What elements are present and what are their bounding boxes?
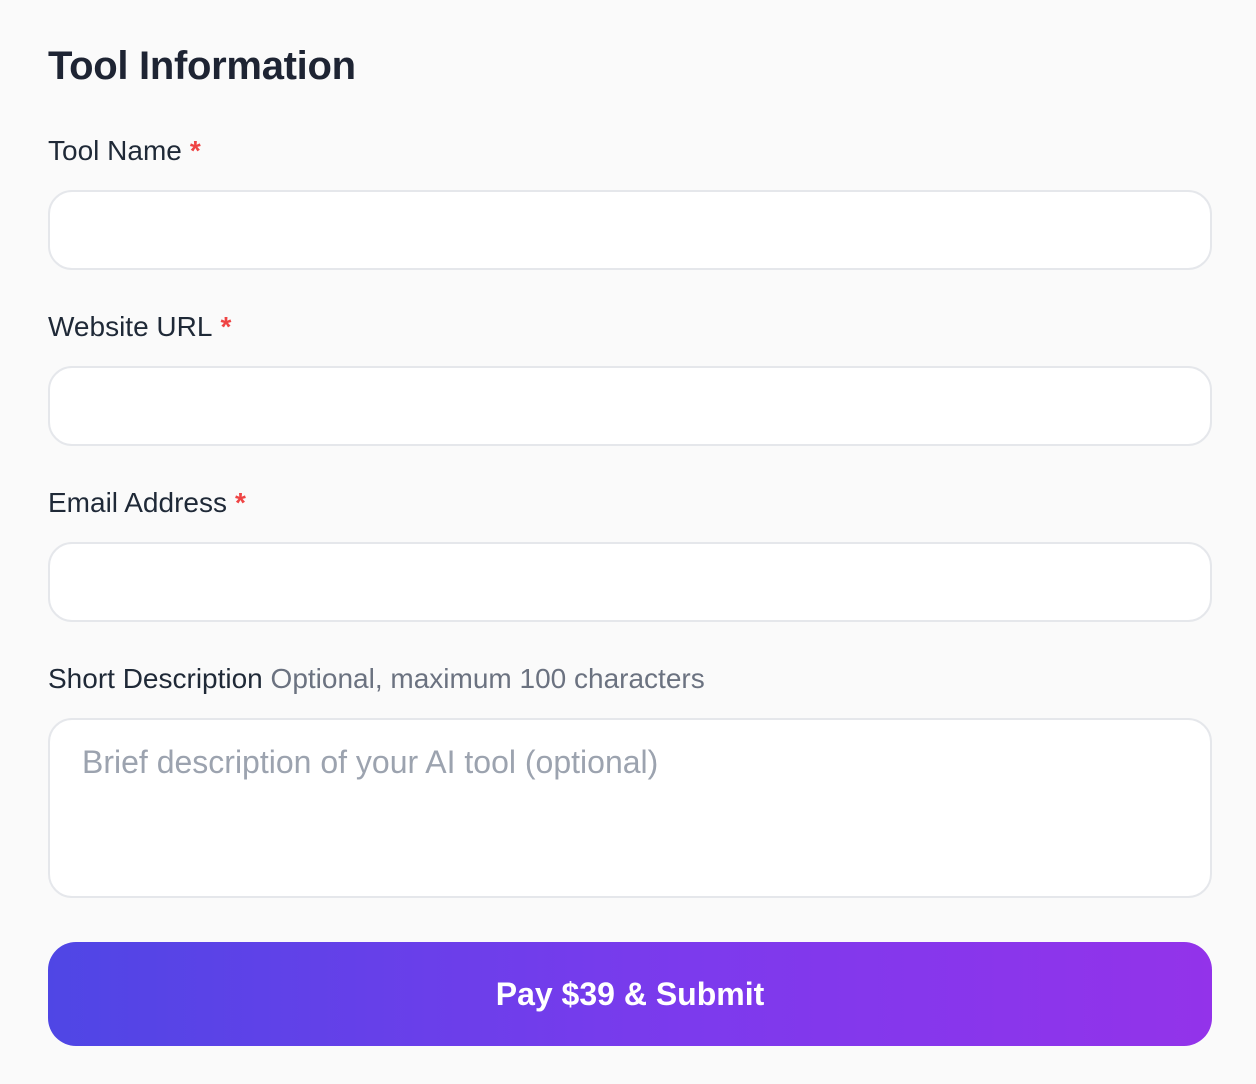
website-url-required-mark: * <box>220 311 232 342</box>
website-url-input[interactable] <box>48 366 1212 446</box>
short-description-textarea[interactable] <box>48 718 1212 898</box>
tool-information-form: Tool Information Tool Name * Website URL *… <box>0 0 1256 1084</box>
email-address-label: Email Address * <box>48 486 246 520</box>
tool-name-input[interactable] <box>48 190 1212 270</box>
website-url-label-text: Website URL <box>48 311 213 342</box>
page-title: Tool Information <box>48 44 356 88</box>
pay-and-submit-button[interactable]: Pay $39 & Submit <box>48 942 1212 1046</box>
tool-name-required-mark: * <box>189 135 201 166</box>
short-description-label-text: Short Description <box>48 663 263 694</box>
short-description-hint: Optional, maximum 100 characters <box>270 663 705 694</box>
email-address-required-mark: * <box>234 487 246 518</box>
email-address-input[interactable] <box>48 542 1212 622</box>
tool-name-label-text: Tool Name <box>48 135 182 166</box>
email-address-label-text: Email Address <box>48 487 227 518</box>
short-description-label: Short Description Optional, maximum 100 … <box>48 662 705 696</box>
tool-name-label: Tool Name * <box>48 134 201 168</box>
website-url-label: Website URL * <box>48 310 231 344</box>
